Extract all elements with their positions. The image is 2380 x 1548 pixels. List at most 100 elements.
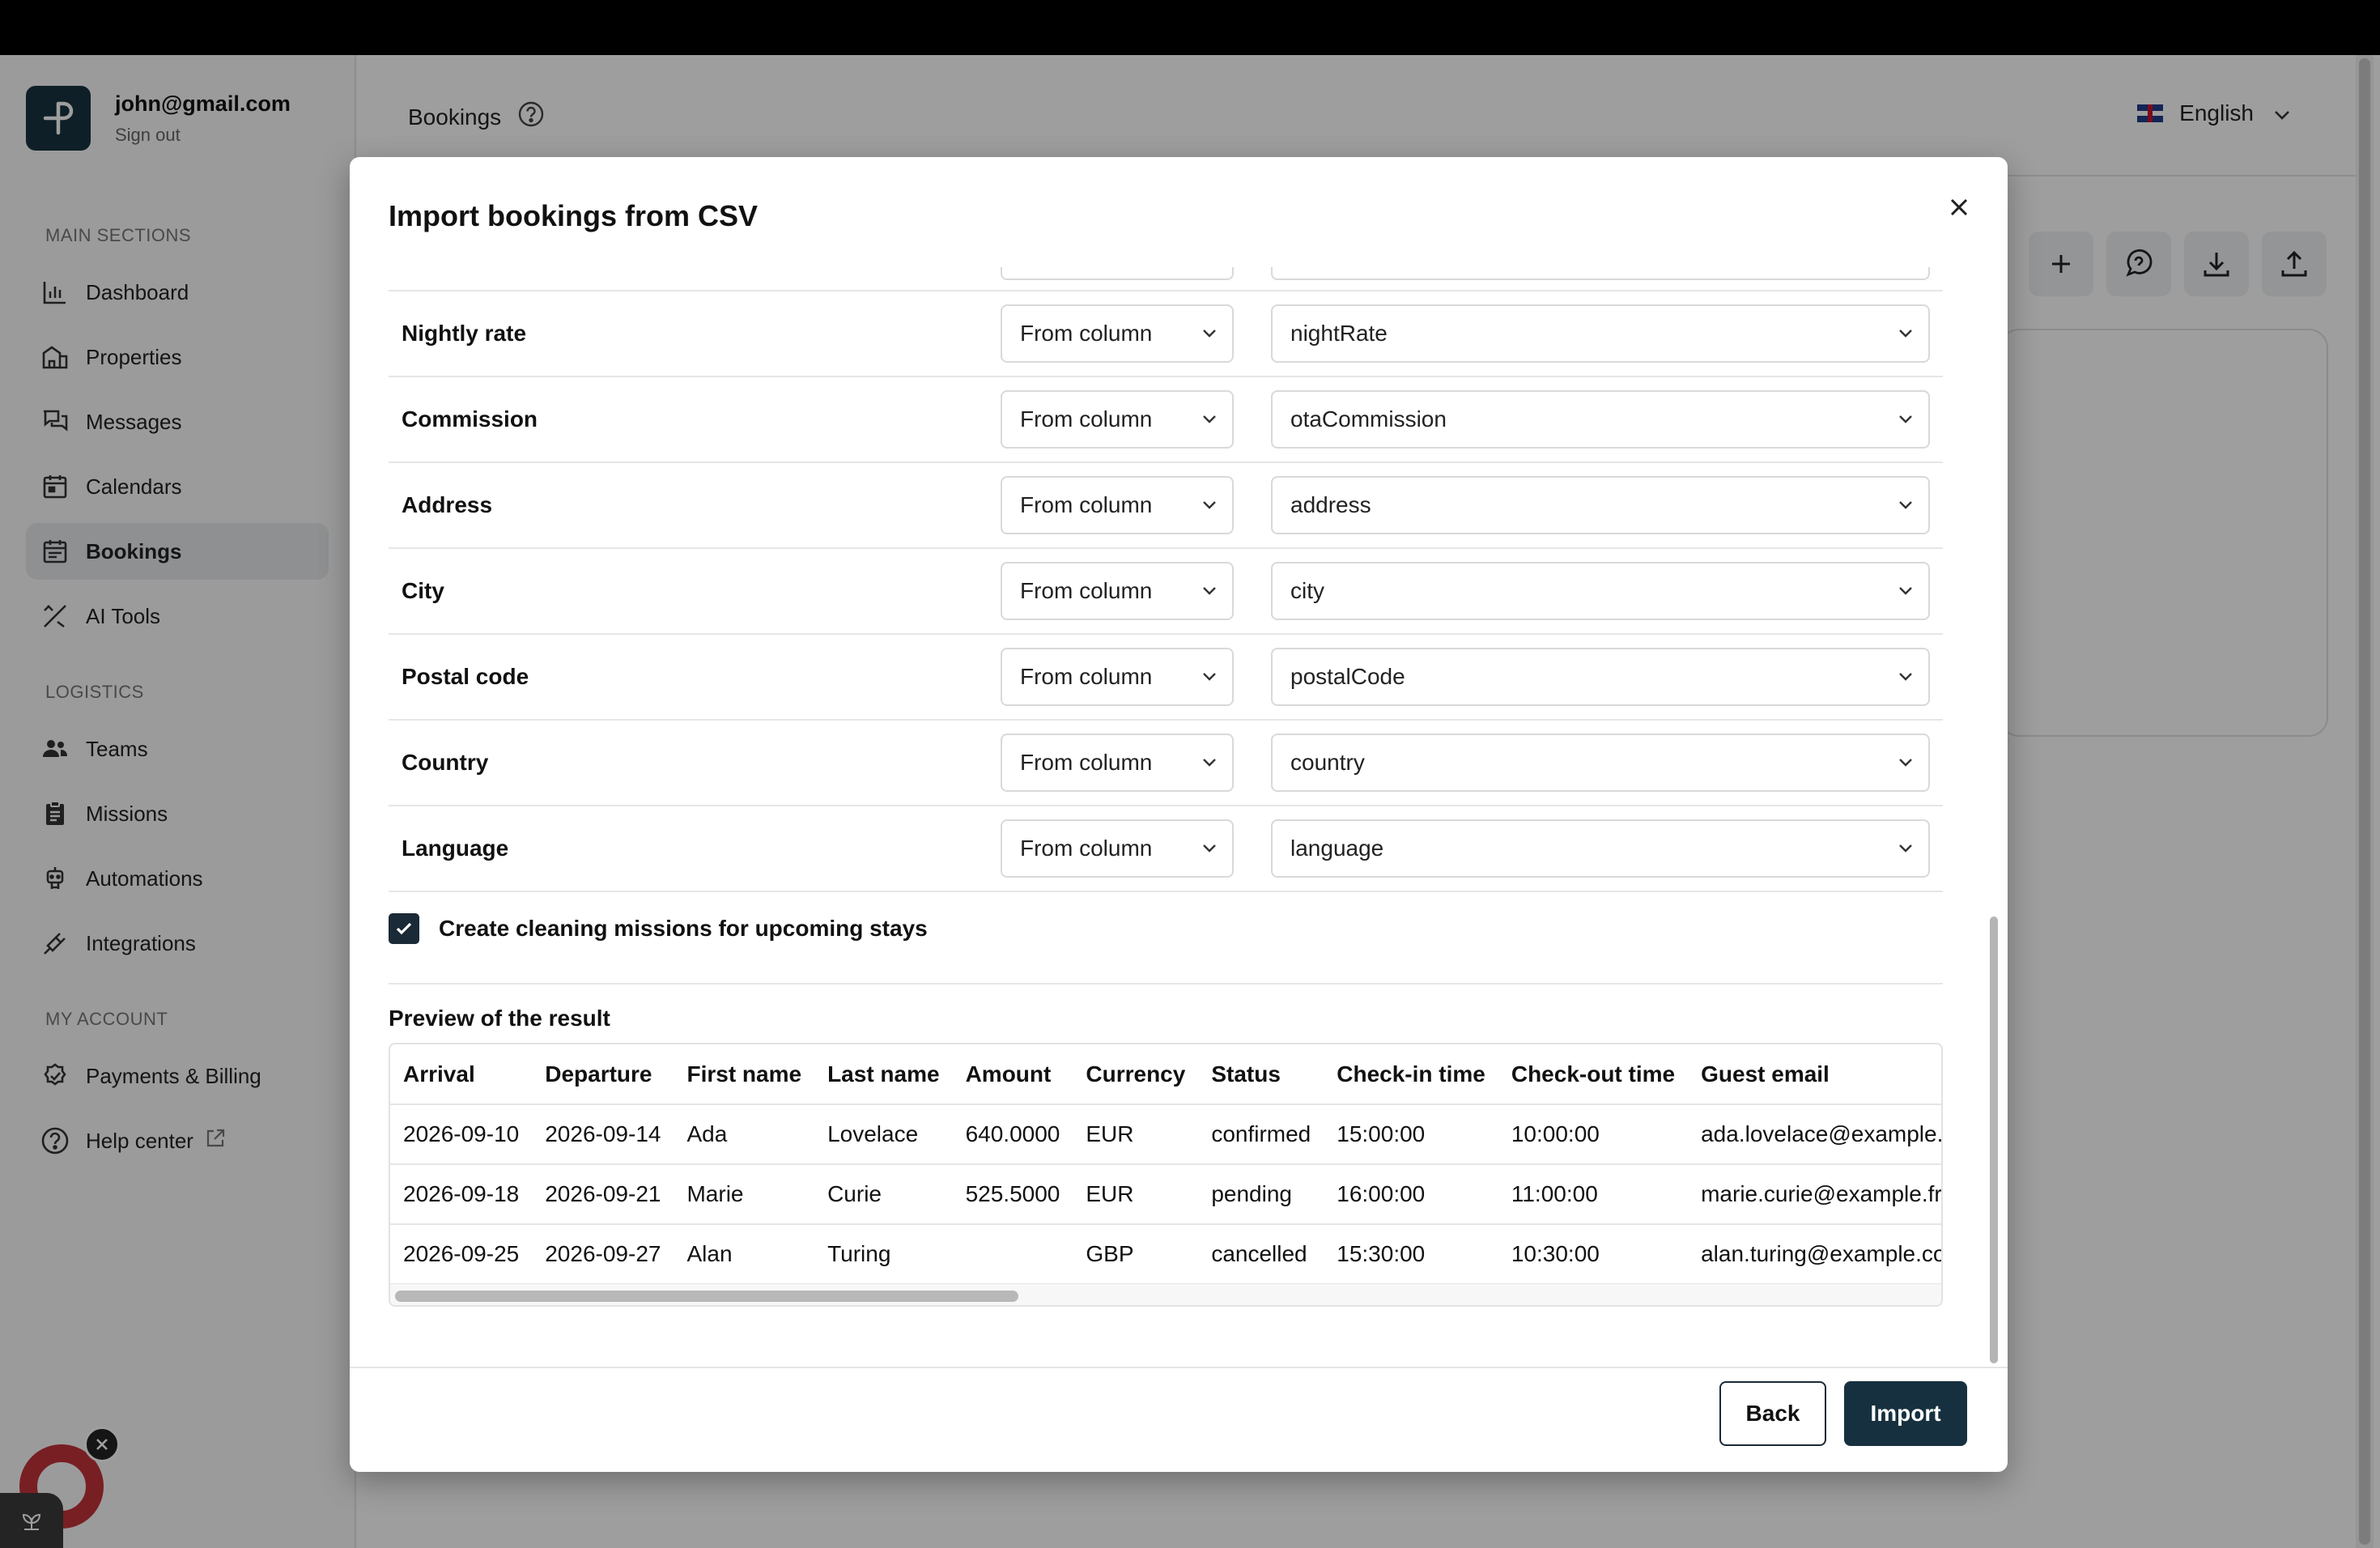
table-cell: 16:00:00 — [1324, 1164, 1498, 1225]
source-select[interactable]: From column — [1001, 819, 1234, 878]
table-cell: GBP — [1073, 1224, 1199, 1285]
column-select[interactable]: address — [1271, 476, 1930, 534]
import-csv-modal: Import bookings from CSV Nightly rate Fr… — [350, 157, 2008, 1472]
mapping-field-label: Language — [402, 836, 509, 861]
back-button[interactable]: Back — [1719, 1381, 1826, 1446]
mapping-row-partial — [389, 267, 1943, 291]
table-cell: 15:00:00 — [1324, 1104, 1498, 1165]
chevron-down-icon — [1187, 500, 1232, 510]
preview-table: Arrival Departure First name Last name A… — [389, 1043, 1943, 1307]
table-cell: EUR — [1073, 1104, 1199, 1165]
table-cell: 2026-09-18 — [390, 1164, 533, 1225]
table-cell: Curie — [814, 1164, 953, 1225]
table-cell: marie.curie@example.fr — [1688, 1164, 1941, 1225]
table-header-row: Arrival Departure First name Last name A… — [390, 1044, 1941, 1105]
table-cell: Ada — [674, 1104, 815, 1165]
source-select[interactable]: From column — [1001, 476, 1234, 534]
chevron-down-icon — [1883, 500, 1928, 510]
close-icon[interactable] — [1936, 185, 1982, 230]
table-cell: 2026-09-14 — [532, 1104, 674, 1165]
table-cell: Alan — [674, 1224, 815, 1285]
checkbox-label[interactable]: Create cleaning missions for upcoming st… — [439, 913, 928, 944]
mapping-row: Address From column address — [389, 463, 1943, 549]
column-select[interactable]: nightRate — [1271, 304, 1930, 363]
table-cell: EUR — [1073, 1164, 1199, 1225]
checkbox-checked[interactable] — [389, 913, 419, 944]
table-row: 2026-09-18 2026-09-21 Marie Curie 525.50… — [390, 1164, 1941, 1225]
preview-title: Preview of the result — [389, 1006, 610, 1031]
table-cell: Lovelace — [814, 1104, 953, 1165]
mapping-field-label: City — [402, 578, 444, 603]
cleaning-missions-option: Create cleaning missions for upcoming st… — [389, 910, 1943, 985]
mapping-row: City From column city — [389, 549, 1943, 635]
table-cell: ada.lovelace@example.com — [1688, 1104, 1941, 1165]
source-select[interactable]: From column — [1001, 648, 1234, 706]
modal-body: Nightly rate From column nightRate Commi… — [350, 267, 1985, 1363]
column-header: Departure — [532, 1044, 674, 1105]
chevron-down-icon — [1883, 844, 1928, 853]
mapping-row: Language From column language — [389, 806, 1943, 892]
table-horizontal-scrollbar[interactable] — [390, 1284, 1941, 1305]
column-header: First name — [674, 1044, 815, 1105]
table-cell: 2026-09-27 — [532, 1224, 674, 1285]
chevron-down-icon — [1883, 415, 1928, 424]
chevron-down-icon — [1187, 844, 1232, 853]
table-cell: 10:30:00 — [1498, 1224, 1689, 1285]
table-cell: confirmed — [1198, 1104, 1324, 1165]
modal-title: Import bookings from CSV — [389, 199, 759, 232]
table-cell: 2026-09-21 — [532, 1164, 674, 1225]
table-cell — [952, 1224, 1073, 1285]
table-cell: 640.0000 — [952, 1104, 1073, 1165]
table-row: 2026-09-10 2026-09-14 Ada Lovelace 640.0… — [390, 1104, 1941, 1165]
mapping-row: Nightly rate From column nightRate — [389, 291, 1943, 377]
mapping-field-label: Postal code — [402, 664, 529, 689]
mapping-field-label: Address — [402, 492, 493, 517]
mapping-row: Country From column country — [389, 721, 1943, 806]
column-header: Arrival — [390, 1044, 533, 1105]
table-cell: alan.turing@example.co.uk — [1688, 1224, 1941, 1285]
column-header: Check-in time — [1324, 1044, 1498, 1105]
column-select[interactable]: postalCode — [1271, 648, 1930, 706]
table-cell: 11:00:00 — [1498, 1164, 1689, 1225]
chevron-down-icon — [1883, 329, 1928, 338]
mapping-field-label: Commission — [402, 406, 538, 432]
table-cell: 10:00:00 — [1498, 1104, 1689, 1165]
table-cell: 15:30:00 — [1324, 1224, 1498, 1285]
table-cell: 2026-09-25 — [390, 1224, 533, 1285]
table-row: 2026-09-25 2026-09-27 Alan Turing GBP ca… — [390, 1224, 1941, 1285]
chevron-down-icon — [1187, 672, 1232, 682]
chevron-down-icon — [1187, 586, 1232, 596]
column-header: Amount — [952, 1044, 1073, 1105]
import-button[interactable]: Import — [1844, 1381, 1967, 1446]
table-cell: Turing — [814, 1224, 953, 1285]
column-header: Currency — [1073, 1044, 1199, 1105]
table-cell: cancelled — [1198, 1224, 1324, 1285]
column-header: Last name — [814, 1044, 953, 1105]
modal-footer: Back Import — [350, 1367, 2008, 1472]
mapping-row: Postal code From column postalCode — [389, 635, 1943, 721]
chevron-down-icon — [1187, 758, 1232, 768]
chevron-down-icon — [1883, 758, 1928, 768]
mapping-field-label: Country — [402, 750, 489, 775]
table-cell: Marie — [674, 1164, 815, 1225]
chevron-down-icon — [1187, 329, 1232, 338]
column-header: Guest email — [1688, 1044, 1941, 1105]
source-select[interactable]: From column — [1001, 304, 1234, 363]
column-select[interactable]: country — [1271, 734, 1930, 792]
table-cell: 2026-09-10 — [390, 1104, 533, 1165]
column-header: Status — [1198, 1044, 1324, 1105]
chevron-down-icon — [1883, 586, 1928, 596]
column-select[interactable]: otaCommission — [1271, 390, 1930, 449]
column-select[interactable]: language — [1271, 819, 1930, 878]
table-cell: 525.5000 — [952, 1164, 1073, 1225]
source-select[interactable]: From column — [1001, 734, 1234, 792]
modal-scrollbar[interactable] — [1987, 267, 2001, 1363]
top-black-bar — [0, 0, 2380, 55]
source-select[interactable]: From column — [1001, 562, 1234, 620]
source-select[interactable]: From column — [1001, 390, 1234, 449]
mapping-field-label: Nightly rate — [402, 321, 527, 346]
chevron-down-icon — [1187, 415, 1232, 424]
column-select[interactable]: city — [1271, 562, 1930, 620]
mapping-row: Commission From column otaCommission — [389, 377, 1943, 463]
table-cell: pending — [1198, 1164, 1324, 1225]
